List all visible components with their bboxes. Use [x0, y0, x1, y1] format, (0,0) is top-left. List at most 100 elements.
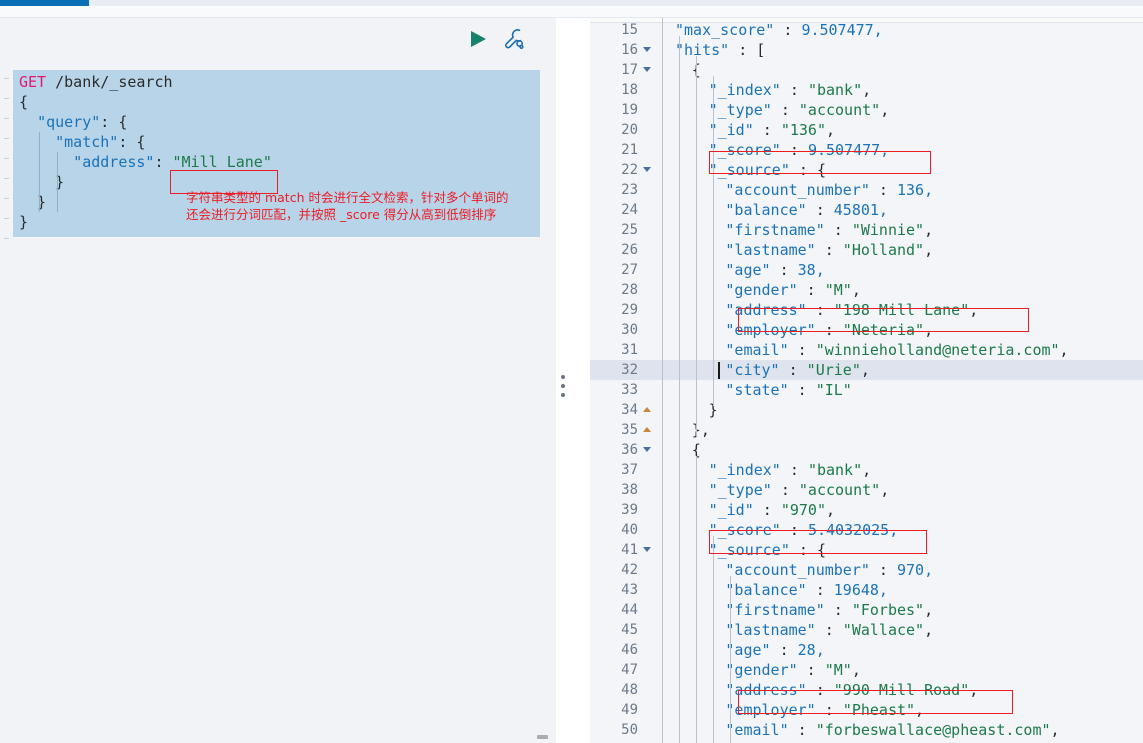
panel-resize-handle[interactable]	[537, 735, 548, 739]
request-code-line: "match": {	[19, 132, 145, 152]
line-number: 19	[621, 102, 638, 118]
response-line-row[interactable]	[590, 420, 1143, 440]
response-line-row[interactable]	[590, 640, 1143, 660]
code-token: ,	[1059, 341, 1069, 359]
code-token: "forbeswallace@pheast.com"	[815, 721, 1051, 739]
code-token: "_score"	[708, 521, 781, 539]
indent-guide	[713, 76, 714, 406]
code-token: "account_number"	[725, 561, 870, 579]
line-number: 26	[621, 242, 638, 258]
response-line-row[interactable]	[590, 60, 1143, 80]
code-token: 19648,	[833, 581, 888, 599]
response-code-line: "gender" : "M",	[725, 660, 860, 680]
line-number: 32	[621, 362, 638, 378]
line-number: 22	[621, 162, 638, 178]
code-token: "hits"	[675, 41, 730, 59]
fold-collapse-icon[interactable]	[643, 447, 651, 452]
code-token: "_id"	[708, 501, 754, 519]
response-line-row[interactable]	[590, 280, 1143, 300]
request-code-line: {	[19, 92, 28, 112]
panel-splitter[interactable]	[556, 18, 590, 743]
code-token: :	[771, 481, 799, 499]
code-token: {	[19, 93, 29, 111]
line-number: 30	[621, 322, 638, 338]
response-line-row[interactable]	[590, 260, 1143, 280]
wrench-icon	[505, 29, 524, 49]
gutter-mark	[4, 98, 9, 99]
code-token: ,	[826, 501, 836, 519]
console-settings-button[interactable]	[501, 26, 527, 52]
splitter-dot	[561, 393, 565, 397]
gutter-mark	[4, 238, 9, 239]
response-code-line: "balance" : 45801,	[725, 200, 888, 220]
indent-guide	[713, 536, 714, 743]
code-token: "account"	[798, 101, 881, 119]
code-token: :	[806, 581, 834, 599]
response-code-line: "lastname" : "Holland",	[725, 240, 933, 260]
response-code-line: "lastname" : "Wallace",	[725, 620, 933, 640]
code-token: ,	[915, 701, 925, 719]
code-token: :	[869, 561, 897, 579]
response-code-line: "firstname" : "Forbes",	[725, 600, 933, 620]
response-line-row[interactable]	[590, 500, 1143, 520]
response-code-line: "_index" : "bank",	[709, 80, 872, 100]
line-number: 16	[621, 42, 638, 58]
code-token: "bank"	[807, 461, 863, 479]
code-token: :	[797, 661, 825, 679]
code-token: :	[770, 261, 798, 279]
fold-collapse-icon[interactable]	[643, 47, 651, 52]
text-cursor	[718, 362, 721, 379]
response-code-line: "email" : "winnieholland@neteria.com",	[725, 340, 1068, 360]
code-token: "gender"	[725, 281, 798, 299]
code-token: 970,	[896, 561, 934, 579]
fold-expand-icon[interactable]	[643, 427, 651, 432]
code-token: "employer"	[725, 701, 816, 719]
fold-collapse-icon[interactable]	[643, 67, 651, 72]
line-number: 23	[621, 182, 638, 198]
code-token: :	[824, 221, 852, 239]
response-line-row[interactable]	[590, 380, 1143, 400]
splitter-dot	[561, 384, 565, 388]
code-token: ,	[826, 121, 836, 139]
response-output-panel[interactable]: 15"max_score" : 9.507477,16"hits" : [17{…	[590, 18, 1143, 743]
response-code-area[interactable]: 15"max_score" : 9.507477,16"hits" : [17{…	[590, 18, 1143, 743]
code-token: "_source"	[708, 541, 790, 559]
code-token: :	[770, 641, 798, 659]
response-line-row[interactable]	[590, 540, 1143, 560]
run-request-button[interactable]	[467, 28, 489, 50]
code-token: ,	[880, 481, 890, 499]
indent-guide	[696, 56, 697, 436]
request-editor-panel[interactable]: GET /bank/_search{ "query": { "match": {…	[0, 18, 558, 743]
line-number: 39	[621, 502, 638, 518]
splitter-drag-handle[interactable]	[559, 370, 567, 402]
fold-collapse-icon[interactable]	[643, 167, 651, 172]
code-token: ,	[851, 281, 861, 299]
gutter-mark	[4, 118, 9, 119]
response-line-row[interactable]	[590, 400, 1143, 420]
response-line-row[interactable]	[590, 120, 1143, 140]
code-token: :	[815, 621, 843, 639]
response-line-row[interactable]	[590, 40, 1143, 60]
response-code-line: "age" : 28,	[725, 640, 824, 660]
fold-collapse-icon[interactable]	[643, 547, 651, 552]
code-token: :	[780, 141, 808, 159]
response-code-line: "_id" : "970",	[709, 500, 835, 520]
code-token: :	[788, 721, 816, 739]
code-token: :	[806, 301, 834, 319]
fold-expand-icon[interactable]	[643, 407, 651, 412]
code-token: "Neteria"	[842, 321, 925, 339]
annotation-text-line2: 还会进行分词匹配，并按照 _score 得分从高到低倒排序	[186, 207, 497, 222]
indent-guide	[730, 576, 731, 743]
code-token: "_type"	[708, 101, 772, 119]
response-code-line: "_source" : {	[709, 540, 826, 560]
code-token: ,	[862, 81, 872, 99]
response-line-row[interactable]	[590, 660, 1143, 680]
gutter-mark	[4, 198, 9, 199]
response-line-row[interactable]	[590, 160, 1143, 180]
code-token: "bank"	[807, 81, 863, 99]
response-line-row[interactable]	[590, 440, 1143, 460]
line-number: 48	[621, 682, 638, 698]
code-token: 5.4032025,	[807, 521, 899, 539]
line-number: 35	[621, 422, 638, 438]
line-number: 40	[621, 522, 638, 538]
